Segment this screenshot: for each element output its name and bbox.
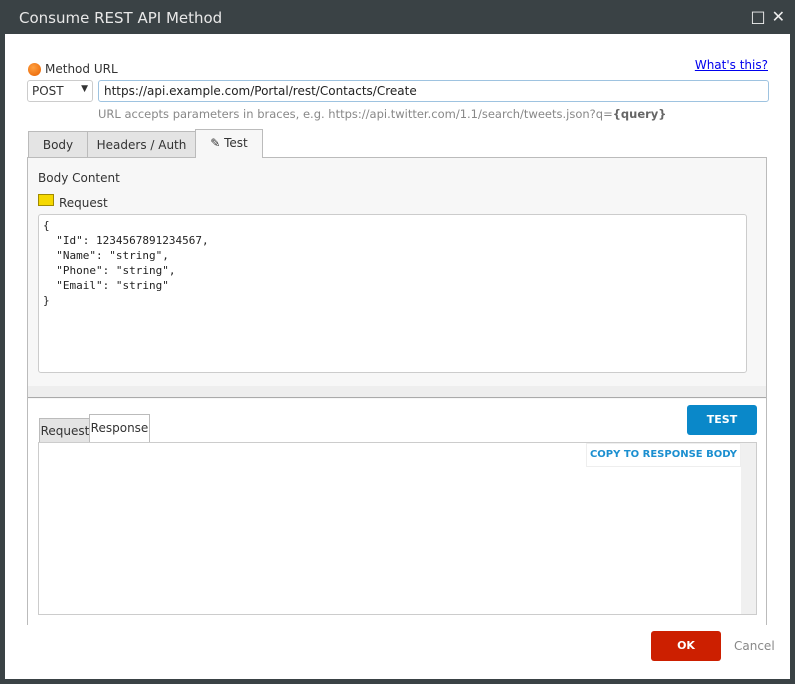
status-dot-icon — [28, 63, 41, 76]
close-icon[interactable]: ✕ — [772, 7, 785, 26]
scrollbar[interactable] — [741, 443, 756, 614]
request-label: Request — [59, 196, 108, 210]
cancel-button[interactable]: Cancel — [734, 639, 775, 653]
whats-this-link[interactable]: What's this? — [695, 58, 768, 72]
url-hint-param: {query} — [612, 107, 667, 121]
tab-headers-auth[interactable]: Headers / Auth — [87, 131, 196, 158]
response-body-textarea[interactable] — [38, 442, 757, 615]
method-select[interactable]: POST ▼ — [27, 80, 93, 102]
request-body-textarea[interactable]: { "Id": 1234567891234567, "Name": "strin… — [38, 214, 747, 373]
ok-button[interactable]: OK — [651, 631, 721, 661]
tab-response[interactable]: Response — [89, 414, 150, 443]
window-title: Consume REST API Method — [19, 9, 223, 27]
url-hint-text: URL accepts parameters in braces, e.g. h… — [98, 107, 613, 121]
url-input[interactable] — [98, 80, 769, 102]
method-value: POST — [32, 84, 64, 98]
tab-test-label: Test — [224, 136, 248, 150]
url-hint: URL accepts parameters in braces, e.g. h… — [98, 107, 666, 121]
chevron-down-icon: ▼ — [81, 84, 88, 94]
splitter[interactable] — [28, 386, 766, 398]
edit-icon: ✎ — [210, 136, 225, 150]
test-button[interactable]: TEST — [687, 405, 757, 435]
method-url-label: Method URL — [45, 62, 118, 76]
tab-body[interactable]: Body — [28, 131, 88, 158]
request-import-icon — [38, 194, 54, 206]
tab-test[interactable]: ✎ Test — [195, 129, 263, 158]
dialog: Method URL What's this? POST ▼ URL accept… — [5, 34, 790, 679]
title-bar: Consume REST API Method □ ✕ — [0, 0, 795, 34]
copy-to-response-body-button[interactable]: COPY TO RESPONSE BODY — [586, 443, 741, 467]
test-panel: Body Content Request { "Id": 12345678912… — [27, 157, 767, 625]
tab-request[interactable]: Request — [39, 418, 91, 443]
body-content-label: Body Content — [38, 171, 120, 185]
maximize-icon[interactable]: □ — [750, 7, 765, 26]
